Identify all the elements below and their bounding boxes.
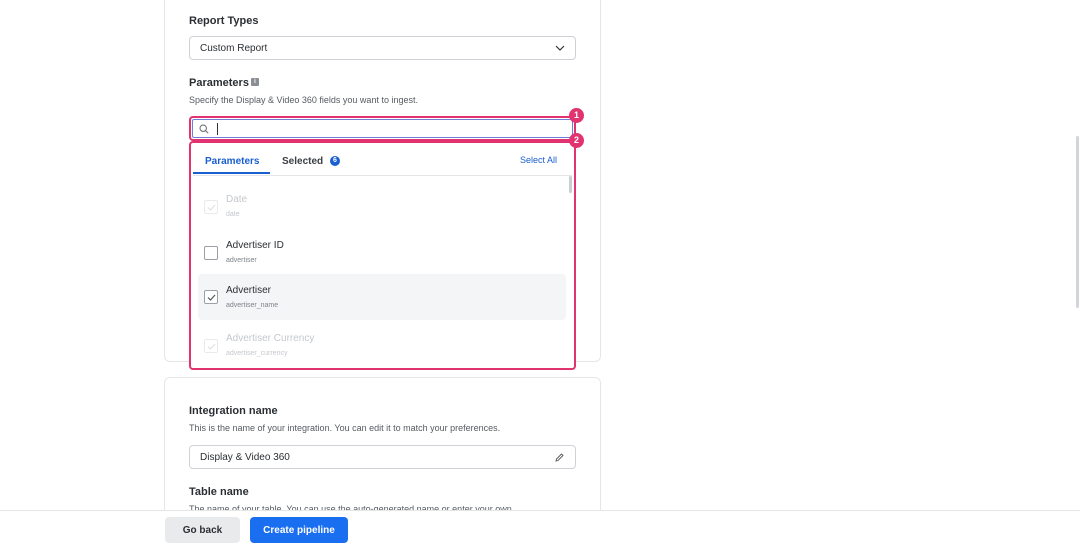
integration-name-label: Integration name	[189, 405, 278, 417]
table-name-label: Table name	[189, 486, 249, 498]
list-item-subtitle: advertiser_name	[226, 302, 279, 309]
search-focus-ring	[192, 119, 573, 138]
list-item-title: Date	[226, 194, 248, 205]
integration-name-input[interactable]: Display & Video 360	[189, 445, 576, 469]
check-icon	[207, 294, 215, 301]
pencil-icon[interactable]	[554, 452, 565, 463]
list-item-subtitle: date	[226, 211, 240, 218]
create-pipeline-button[interactable]: Create pipeline	[250, 517, 348, 543]
page-scrollbar[interactable]	[1076, 136, 1079, 308]
footer-bar	[0, 510, 1080, 550]
list-item: Advertiser Currency advertiser_currency	[198, 324, 566, 368]
list-item-subtitle: advertiser	[226, 257, 257, 264]
parameters-label: Parameters	[189, 77, 249, 89]
checkbox	[204, 200, 218, 214]
report-types-value: Custom Report	[200, 42, 268, 54]
list-item[interactable]: Advertiser ID advertiser	[198, 231, 566, 277]
integration-name-value: Display & Video 360	[200, 451, 290, 463]
check-icon	[207, 204, 215, 211]
text-caret	[217, 122, 218, 135]
dropdown-tabs: Parameters Selected 6 Select All	[193, 143, 572, 176]
chevron-down-icon	[555, 43, 565, 53]
dropdown-scrollbar[interactable]	[569, 176, 572, 193]
callout-badge-2: 2	[569, 133, 584, 148]
tab-selected[interactable]: Selected	[282, 156, 323, 167]
selected-count-badge: 6	[330, 156, 340, 166]
callout-badge-1: 1	[569, 108, 584, 123]
report-types-select[interactable]: Custom Report	[189, 36, 576, 60]
list-item-subtitle: advertiser_currency	[226, 350, 288, 357]
info-icon[interactable]: i	[250, 78, 259, 86]
active-tab-indicator	[193, 172, 270, 174]
checkbox	[204, 339, 218, 353]
parameters-search-input[interactable]	[189, 116, 576, 141]
select-all-link[interactable]: Select All	[520, 155, 557, 165]
list-item-title: Advertiser Currency	[226, 333, 315, 344]
checkbox[interactable]	[204, 290, 218, 304]
parameters-dropdown: Parameters Selected 6 Select All Date da…	[189, 141, 576, 370]
list-item: Date date	[198, 185, 566, 231]
report-types-label: Report Types	[189, 15, 259, 27]
list-item-title: Advertiser	[226, 285, 272, 296]
list-item-title: Advertiser ID	[226, 240, 284, 251]
parameters-label-row: Parameters i	[189, 77, 259, 89]
integration-name-help: This is the name of your integration. Yo…	[189, 423, 501, 433]
checkbox[interactable]	[204, 246, 218, 260]
check-icon	[207, 343, 215, 350]
search-icon	[199, 123, 209, 134]
parameters-help-text: Specify the Display & Video 360 fields y…	[189, 95, 418, 105]
tab-parameters[interactable]: Parameters	[205, 156, 259, 167]
list-item[interactable]: Advertiser advertiser_name	[198, 274, 566, 320]
go-back-button[interactable]: Go back	[165, 517, 240, 543]
